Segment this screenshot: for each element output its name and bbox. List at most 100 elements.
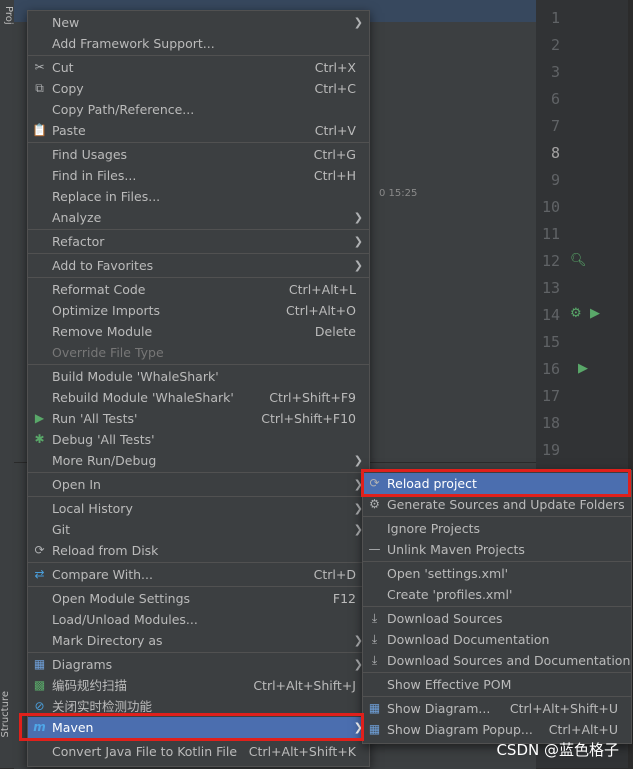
menu-item-open-module-settings[interactable]: Open Module Settings F12 (28, 588, 369, 609)
menu-item-label: Find Usages (52, 147, 128, 162)
menu-item-reload-from-disk[interactable]: ⟳ Reload from Disk (28, 540, 369, 561)
menu-item-local-history[interactable]: Local History ❯ (28, 498, 369, 519)
line-number: 8 (550, 144, 560, 162)
menu-item-item[interactable]: ⊘ 关闭实时检测功能 (28, 696, 369, 717)
menu-item-download-sources[interactable]: ⤓ Download Sources (363, 608, 631, 629)
menu-item-label: Maven (52, 720, 94, 735)
line-number: 11 (541, 225, 560, 243)
structure-tool-tab[interactable]: Structure (0, 691, 14, 738)
menu-item-open-settings-xml[interactable]: Open 'settings.xml' (363, 563, 631, 584)
menu-separator (363, 672, 631, 673)
menu-item-show-effective-pom[interactable]: Show Effective POM (363, 674, 631, 695)
menu-item-replace-in-files[interactable]: Replace in Files... (28, 186, 369, 207)
menu-item-download-sources-and-documentation[interactable]: ⤓ Download Sources and Documentation (363, 650, 631, 671)
menu-item-label: Diagrams (52, 657, 113, 672)
menu-separator (28, 586, 369, 587)
download-icon: ⤓ (371, 611, 378, 625)
run-gutter-icon[interactable]: ▶ (578, 361, 588, 376)
maven-icon: m (33, 720, 46, 734)
generate-icon: ⚙ (369, 497, 380, 511)
run-icon: ▶ (34, 411, 45, 425)
menu-item-reload-project[interactable]: ⟳ Reload project (363, 473, 631, 494)
menu-item-label: Analyze (52, 210, 102, 225)
line-number: 7 (550, 117, 560, 135)
line-number: 12 (541, 252, 560, 270)
menu-item-reformat-code[interactable]: Reformat Code Ctrl+Alt+L (28, 279, 369, 300)
diagram-icon: ▦ (368, 722, 381, 736)
copy-icon: ⧉ (35, 81, 44, 95)
menu-item-paste[interactable]: 📋 Paste Ctrl+V (28, 120, 369, 141)
menu-separator (28, 496, 369, 497)
menu-item-cut[interactable]: ✂ Cut Ctrl+X (28, 57, 369, 78)
menu-item-convert-java-file-to-kotlin-file[interactable]: Convert Java File to Kotlin File Ctrl+Alt… (28, 741, 369, 762)
menu-item-shortcut: Delete (314, 324, 356, 339)
menu-separator (28, 229, 369, 230)
menu-item-show-diagram-popup[interactable]: ▦ Show Diagram Popup... Ctrl+Alt+U (363, 719, 631, 740)
menu-item-label: Copy Path/Reference... (52, 102, 195, 117)
menu-item-add-framework-support[interactable]: Add Framework Support... (28, 33, 369, 54)
menu-item-create-profiles-xml[interactable]: Create 'profiles.xml' (363, 584, 631, 605)
menu-item-label: Create 'profiles.xml' (387, 587, 513, 602)
menu-item-show-diagram[interactable]: ▦ Show Diagram... Ctrl+Alt+Shift+U (363, 698, 631, 719)
menu-item-maven[interactable]: m Maven ❯ (28, 717, 369, 738)
menu-item-load-unload-modules[interactable]: Load/Unload Modules... (28, 609, 369, 630)
menu-separator (28, 739, 369, 740)
menu-item-label: Find in Files... (52, 168, 137, 183)
menu-item-download-documentation[interactable]: ⤓ Download Documentation (363, 629, 631, 650)
line-number: 19 (541, 441, 560, 459)
menu-item-shortcut: Ctrl+Shift+F10 (261, 411, 356, 426)
menu-item-analyze[interactable]: Analyze ❯ (28, 207, 369, 228)
menu-item-ignore-projects[interactable]: Ignore Projects (363, 518, 631, 539)
menu-item-find-in-files[interactable]: Find in Files... Ctrl+H (28, 165, 369, 186)
menu-item-label: 关闭实时检测功能 (52, 699, 153, 714)
menu-item-git[interactable]: Git ❯ (28, 519, 369, 540)
menu-item-shortcut: Ctrl+C (314, 81, 356, 96)
menu-item-add-to-favorites[interactable]: Add to Favorites ❯ (28, 255, 369, 276)
menu-separator (28, 277, 369, 278)
menu-item-label: More Run/Debug (52, 453, 157, 468)
menu-item-label: Convert Java File to Kotlin File (52, 744, 238, 759)
menu-item-label: Open 'settings.xml' (387, 566, 509, 581)
menu-item-copy-path-reference[interactable]: Copy Path/Reference... (28, 99, 369, 120)
menu-item-rebuild-module-whaleshark[interactable]: Rebuild Module 'WhaleShark' Ctrl+Shift+F9 (28, 387, 369, 408)
menu-item-new[interactable]: New ❯ (28, 12, 369, 33)
menu-item-open-in[interactable]: Open In ❯ (28, 474, 369, 495)
chevron-right-icon: ❯ (353, 259, 363, 272)
menu-item-label: Git (52, 522, 71, 537)
menu-item-label: Build Module 'WhaleShark' (52, 369, 219, 384)
menu-item-optimize-imports[interactable]: Optimize Imports Ctrl+Alt+O (28, 300, 369, 321)
menu-item-unlink-maven-projects[interactable]: — Unlink Maven Projects (363, 539, 631, 560)
menu-separator (363, 516, 631, 517)
diagram-icon: ▦ (33, 657, 46, 671)
menu-item-build-module-whaleshark[interactable]: Build Module 'WhaleShark' (28, 366, 369, 387)
menu-item-diagrams[interactable]: ▦ Diagrams ❯ (28, 654, 369, 675)
menu-item-label: Rebuild Module 'WhaleShark' (52, 390, 234, 405)
menu-item-mark-directory-as[interactable]: Mark Directory as ❯ (28, 630, 369, 651)
line-number: 10 (541, 198, 560, 216)
menu-separator (28, 142, 369, 143)
chevron-right-icon: ❯ (353, 454, 363, 467)
menu-item-label: New (52, 15, 80, 30)
download-icon: ⤓ (371, 653, 378, 667)
menu-item-compare-with[interactable]: ⇄ Compare With... Ctrl+D (28, 564, 369, 585)
menu-item-debug-all-tests[interactable]: ✱ Debug 'All Tests' (28, 429, 369, 450)
menu-item-more-run-debug[interactable]: More Run/Debug ❯ (28, 450, 369, 471)
menu-item-label: Mark Directory as (52, 633, 163, 648)
run-gutter-icon[interactable]: ▶ (590, 306, 600, 321)
diagram-icon: ▦ (368, 701, 381, 715)
project-tool-tab[interactable]: Proj (0, 6, 14, 25)
menu-item-copy[interactable]: ⧉ Copy Ctrl+C (28, 78, 369, 99)
menu-item-shortcut: Ctrl+G (313, 147, 356, 162)
menu-item-shortcut: Ctrl+D (313, 567, 356, 582)
line-number: 17 (541, 387, 560, 405)
menu-item-shortcut: Ctrl+Shift+F9 (269, 390, 356, 405)
disable-icon: ⊘ (34, 699, 45, 713)
menu-item-refactor[interactable]: Refactor ❯ (28, 231, 369, 252)
menu-item-run-all-tests[interactable]: ▶ Run 'All Tests' Ctrl+Shift+F10 (28, 408, 369, 429)
menu-item-label: Add Framework Support... (52, 36, 215, 51)
menu-item-label: Debug 'All Tests' (52, 432, 155, 447)
menu-item-generate-sources-and-update-folders[interactable]: ⚙ Generate Sources and Update Folders (363, 494, 631, 515)
menu-item-find-usages[interactable]: Find Usages Ctrl+G (28, 144, 369, 165)
menu-item-item[interactable]: ▩ 编码规约扫描 Ctrl+Alt+Shift+J (28, 675, 369, 696)
menu-item-remove-module[interactable]: Remove Module Delete (28, 321, 369, 342)
